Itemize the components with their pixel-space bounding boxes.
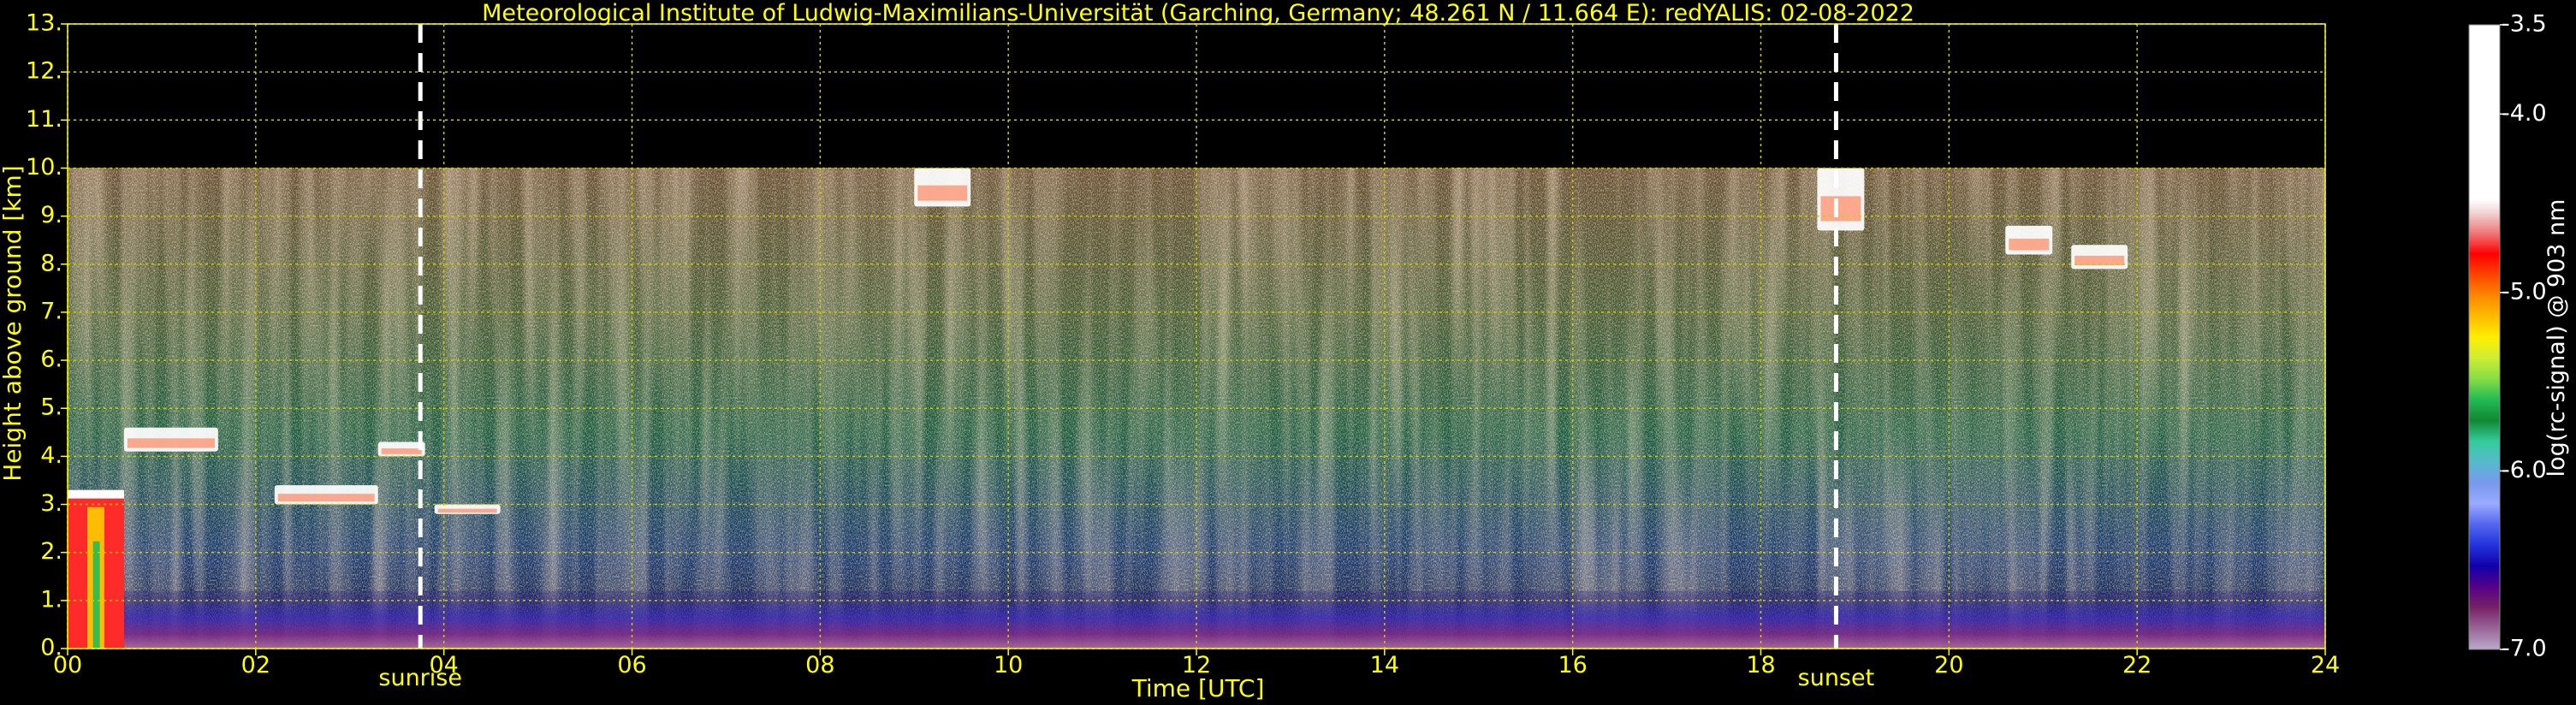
colorbar-tick-label: -7.0: [2502, 636, 2547, 662]
x-tick-label: 02: [241, 652, 270, 678]
y-tick-label: 11.: [26, 106, 62, 133]
y-tick-label: 4.: [40, 442, 62, 469]
y-tick-label: 2.: [40, 538, 62, 565]
cloud-core-4: [381, 448, 422, 454]
x-tick-label: 14: [1370, 652, 1399, 678]
y-tick-label: 3.: [40, 490, 62, 517]
x-tick-label: 00: [53, 652, 82, 678]
cloud-top: [68, 489, 124, 499]
y-axis-label: Height above ground [km]: [0, 165, 27, 482]
colorbar-tick-label: -4.0: [2502, 100, 2547, 127]
x-tick-label: 08: [805, 652, 834, 678]
low-cloud-inner: [92, 541, 100, 649]
x-tick-label: 18: [1746, 652, 1775, 678]
y-tick-label: 9.: [40, 202, 62, 228]
colorbar: -3.5 -4.0 -5.0 -6.0 -7.0: [2468, 11, 2547, 662]
colorbar-scale: [2468, 24, 2501, 650]
y-tick-label: 1.: [40, 586, 62, 613]
x-tick-label: 20: [1934, 652, 1963, 678]
x-tick-label: 24: [2311, 652, 2340, 678]
cloud-core-3: [277, 494, 375, 502]
cirrus-core-7: [1820, 196, 1861, 222]
cirrus-core-6: [917, 185, 968, 201]
x-tick-label: 06: [617, 652, 646, 678]
y-tick-label: 8.: [40, 250, 62, 276]
x-tick-label: 22: [2122, 652, 2152, 678]
cloud-core-2: [127, 438, 215, 448]
x-axis-label: Time [UTC]: [1131, 674, 1265, 702]
colorbar-tick-label: -6.0: [2502, 457, 2547, 483]
y-tick-label: 10.: [26, 154, 62, 181]
colorbar-tick-label: -3.5: [2502, 11, 2547, 38]
y-tick-label: 12.: [26, 58, 62, 85]
cirrus-core-8: [2009, 239, 2050, 251]
colorbar-tick-label: -5.0: [2502, 278, 2547, 305]
cloud-core-5: [437, 508, 497, 513]
lidar-figure: sunrise sunset 0.1.2.3.4.5.6.7.8.9.10.11.…: [0, 0, 2570, 702]
y-tick-label: 6.: [40, 347, 62, 373]
event-label-sunset: sunset: [1798, 665, 1875, 691]
y-tick-label: 13.: [26, 10, 62, 37]
y-tick-label: 5.: [40, 394, 62, 421]
x-tick-label: 16: [1558, 652, 1587, 678]
x-tick-label: 04: [429, 652, 458, 678]
chart-title: Meteorological Institute of Ludwig-Maxim…: [482, 0, 1914, 27]
colorbar-label: log(rc-signal) @ 903 nm: [2543, 199, 2570, 477]
x-tick-label: 10: [994, 652, 1023, 678]
y-tick-label: 7.: [40, 298, 62, 324]
